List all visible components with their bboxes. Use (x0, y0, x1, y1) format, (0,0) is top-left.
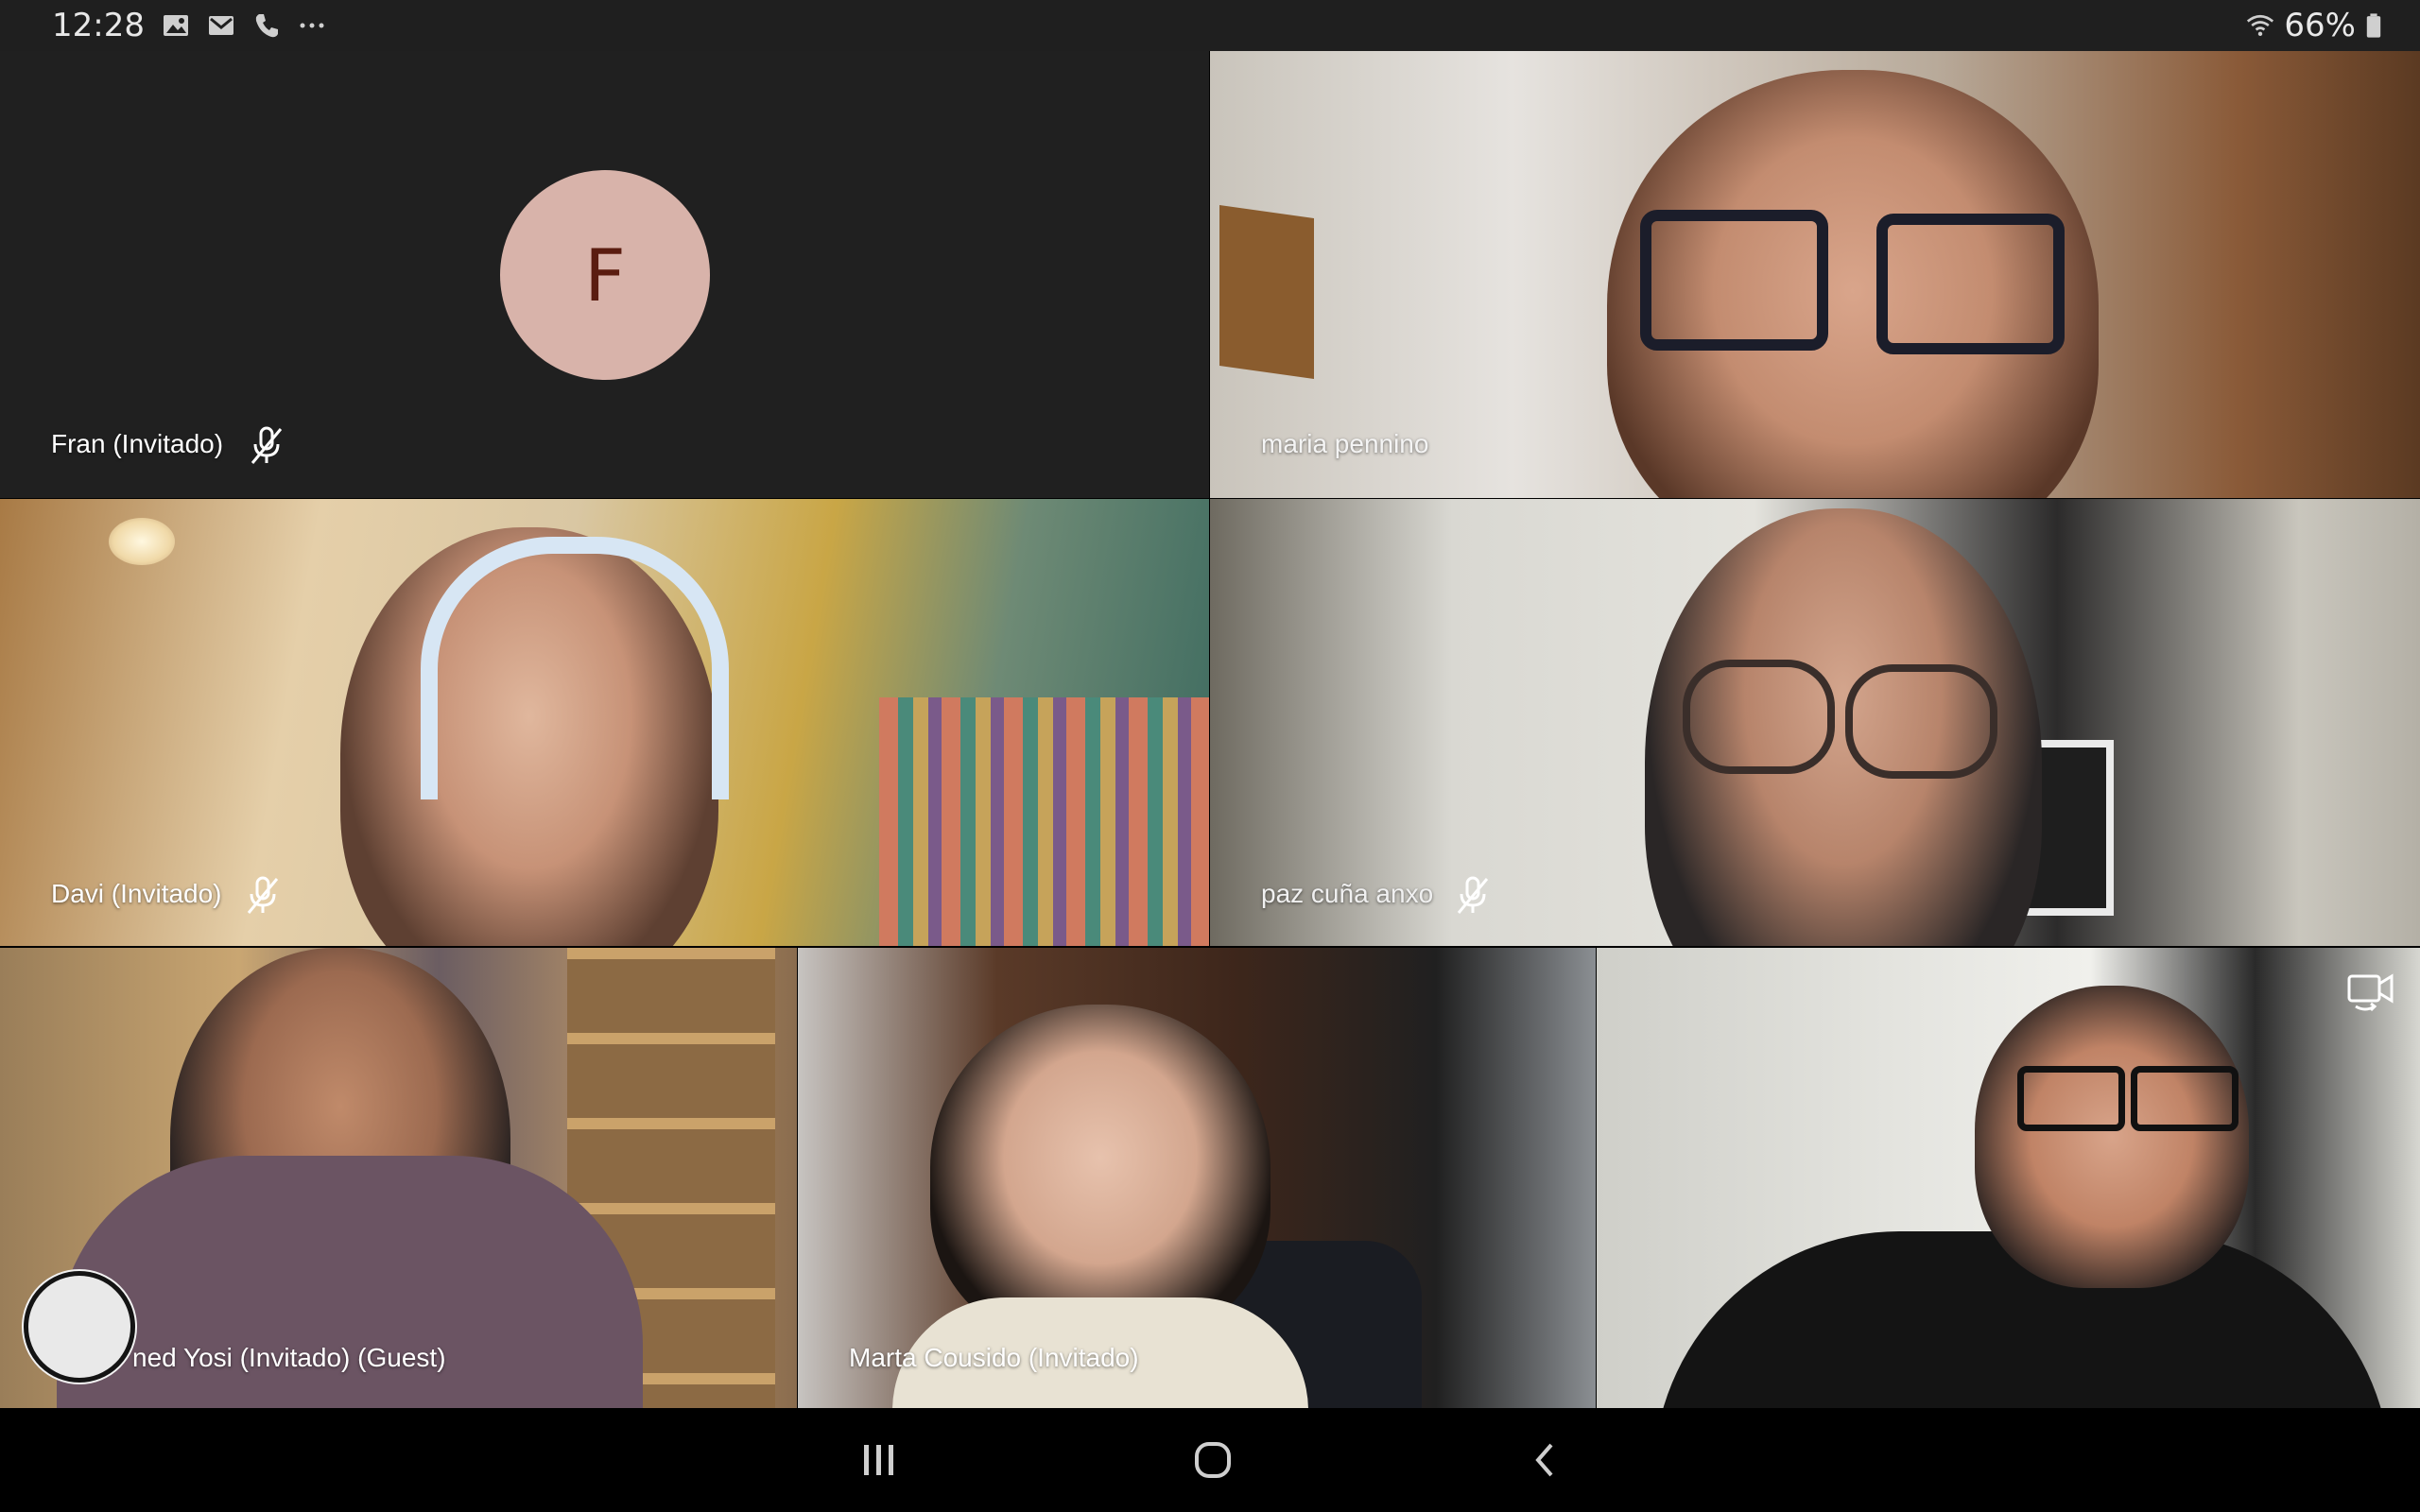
participant-video-face (1975, 986, 2249, 1288)
gmail-icon (208, 16, 233, 35)
picture-frame (1219, 204, 1314, 380)
participant-name: Davi (Invitado) (51, 879, 222, 908)
participant-name: paz cuña anxo (1261, 879, 1434, 908)
status-bar: 12:28 66% (0, 0, 2420, 51)
participant-tile-paz[interactable]: paz cuña anxo (1210, 499, 2420, 946)
glasses (1683, 660, 1835, 774)
mic-off-icon (251, 426, 283, 464)
switch-camera-icon[interactable] (2346, 971, 2395, 1012)
status-left: 12:28 (52, 7, 326, 44)
avatar: F (500, 170, 710, 380)
home-button[interactable] (1175, 1432, 1251, 1488)
participant-tile-marta[interactable]: Marta Cousido (Invitado) (798, 948, 1596, 1408)
wifi-icon (2247, 14, 2274, 37)
participant-tile-speaker[interactable] (1597, 948, 2420, 1408)
more-icon (300, 23, 324, 28)
glasses (2131, 1066, 2238, 1131)
home-icon (1195, 1442, 1231, 1478)
glasses (2017, 1066, 2125, 1131)
participant-video-face (930, 1005, 1270, 1345)
status-time: 12:28 (52, 7, 145, 44)
status-right: 66% (2246, 7, 2382, 44)
battery-percent: 66% (2284, 7, 2356, 44)
image-icon (163, 15, 188, 36)
glasses (1640, 210, 1828, 351)
back-button[interactable] (1507, 1432, 1582, 1488)
recent-apps-icon (864, 1445, 893, 1475)
mic-off-icon (1457, 876, 1489, 914)
ceiling-light (109, 518, 175, 565)
participant-name: maria pennino (1261, 429, 1429, 458)
participant-name: Fran (Invitado) (51, 429, 224, 458)
recent-apps-button[interactable] (841, 1432, 917, 1488)
battery-icon (2366, 13, 2381, 38)
navigation-bar (0, 1408, 2420, 1512)
participant-name: Marta Cousido (Invitado) (849, 1343, 1139, 1372)
participant-tile-fran[interactable]: F Fran (Invitado) (0, 51, 1209, 498)
headphones (421, 537, 729, 799)
self-view-thumbnail[interactable] (24, 1271, 135, 1383)
mic-off-icon (247, 876, 279, 914)
participant-tile-maria[interactable]: maria pennino (1210, 51, 2420, 498)
curtain (879, 697, 1209, 946)
glasses (1876, 214, 2065, 354)
glasses (1845, 664, 1997, 779)
participant-name: ned Yosi (Invitado) (Guest) (132, 1343, 446, 1372)
participant-tile-davi[interactable]: Davi (Invitado) (0, 499, 1209, 946)
phone-icon (255, 14, 278, 38)
back-icon (1535, 1443, 1553, 1477)
